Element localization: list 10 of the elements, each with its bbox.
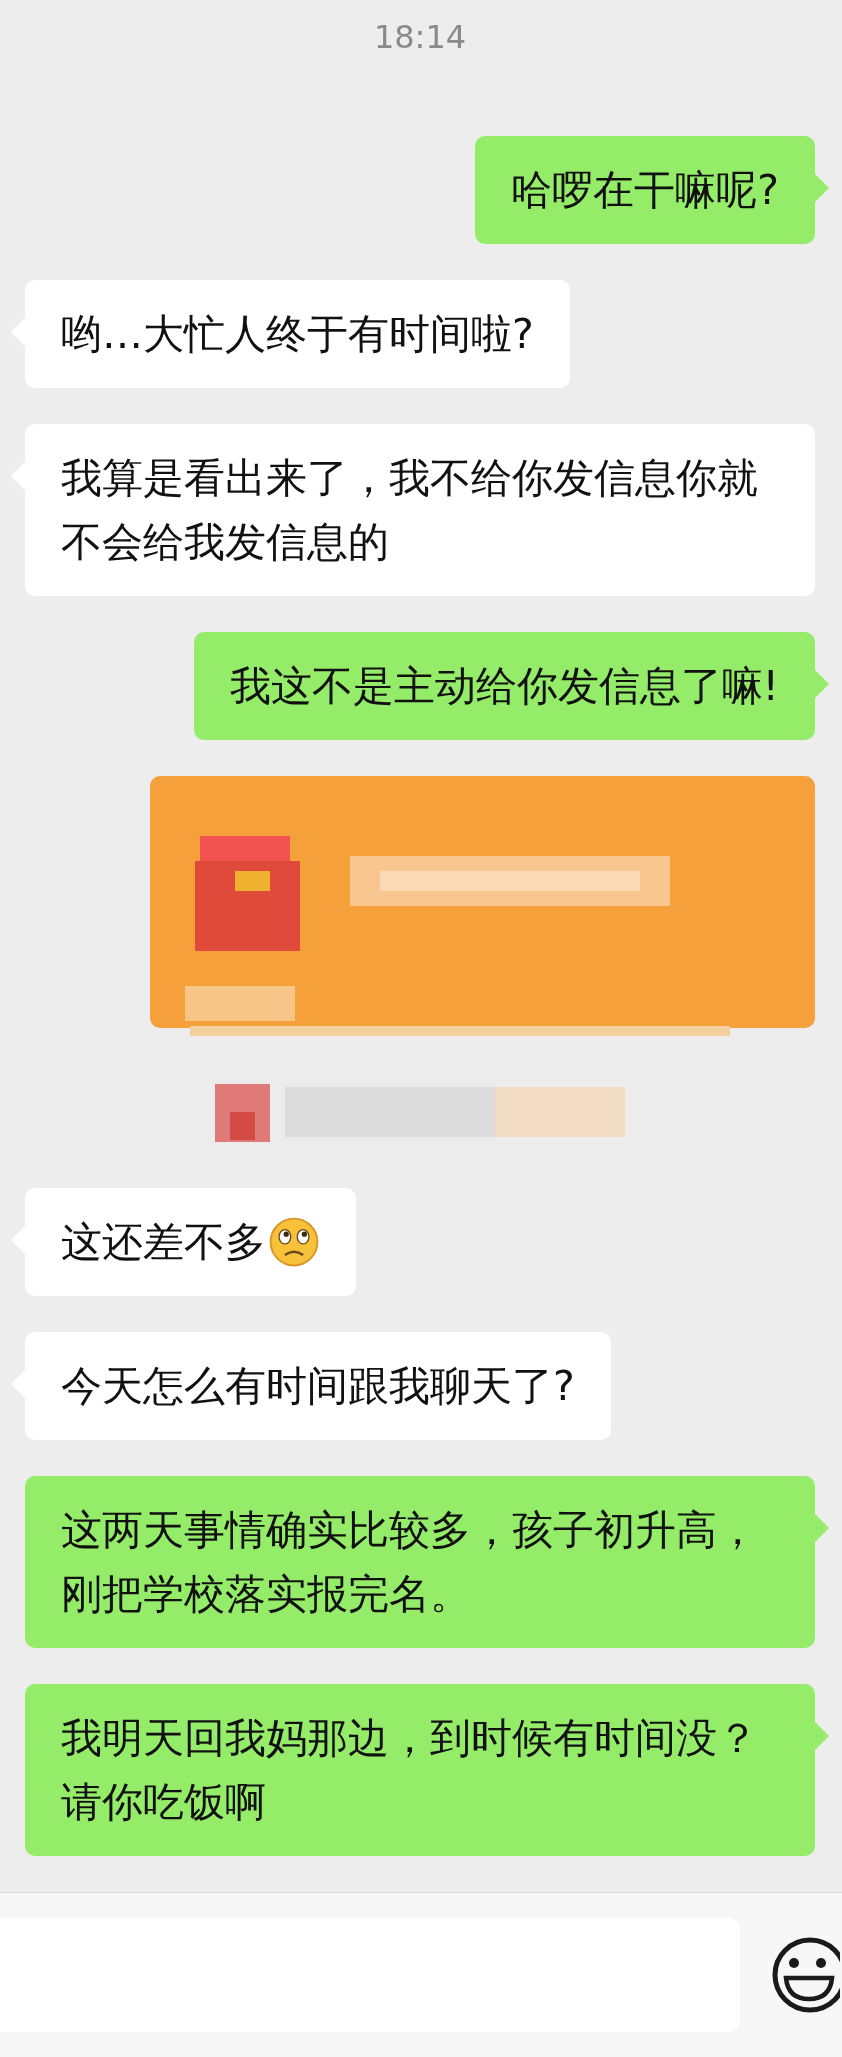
emoji-icon[interactable] [770, 1935, 840, 2015]
message-text: 这还差不多 [61, 1217, 266, 1268]
message-text: 我算是看出来了，我不给你发信息你就不会给我发信息的 [61, 453, 759, 568]
message-text: 哈啰在干嘛呢? [511, 165, 779, 216]
message-text: 我这不是主动给你发信息了嘛! [229, 661, 779, 712]
message-text: 哟…大忙人终于有时间啦? [61, 309, 534, 360]
timestamp: 18:14 [372, 18, 468, 56]
message-text: 这两天事情确实比较多，孩子初升高，刚把学校落实报完名。 [61, 1505, 759, 1620]
message-text: 我明天回我妈那边，到时候有时间没？请你吃饭啊 [61, 1713, 759, 1828]
message-text: 今天怎么有时间跟我聊天了? [61, 1361, 575, 1412]
